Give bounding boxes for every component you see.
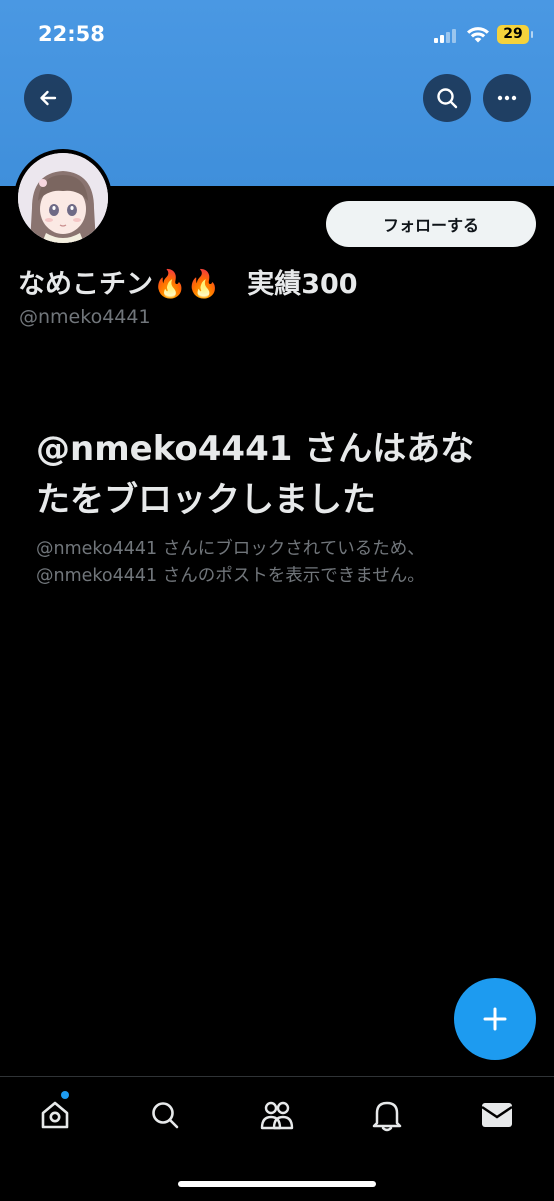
- more-horizontal-icon: [497, 95, 517, 101]
- avatar-image: [18, 153, 108, 243]
- display-name: なめこチン🔥🔥 実績300: [18, 269, 358, 300]
- follow-button[interactable]: フォローする: [326, 201, 536, 247]
- search-icon: [152, 1102, 179, 1129]
- blocked-title: @nmeko4441 さんはあなたをブロックしました: [36, 429, 475, 520]
- compose-fab-button[interactable]: [454, 978, 536, 1060]
- cellular-signal-icon: [434, 27, 460, 43]
- arrow-left-icon: [40, 90, 57, 106]
- home-indicator: [178, 1181, 376, 1187]
- home-icon: [41, 1101, 69, 1129]
- plus-icon: [483, 1007, 507, 1031]
- mail-icon: [481, 1103, 513, 1127]
- more-button[interactable]: [483, 74, 531, 122]
- status-time: 22:58: [38, 22, 105, 46]
- battery-indicator: 29: [497, 25, 533, 44]
- bell-icon: [372, 1101, 402, 1132]
- wifi-icon: [467, 27, 489, 43]
- profile-handle: @nmeko4441: [19, 306, 151, 328]
- tab-home[interactable]: [35, 1095, 75, 1135]
- tab-messages[interactable]: [477, 1095, 517, 1135]
- search-icon: [437, 88, 458, 109]
- home-notification-dot: [61, 1091, 69, 1099]
- search-button[interactable]: [423, 74, 471, 122]
- back-button[interactable]: [24, 74, 72, 122]
- avatar[interactable]: [14, 149, 112, 247]
- tab-communities[interactable]: [257, 1095, 297, 1135]
- tab-notifications[interactable]: [367, 1095, 407, 1135]
- blocked-description: @nmeko4441 さんにブロックされているため、@nmeko4441 さんの…: [36, 539, 425, 586]
- tab-search[interactable]: [145, 1095, 185, 1135]
- communities-icon: [260, 1101, 294, 1130]
